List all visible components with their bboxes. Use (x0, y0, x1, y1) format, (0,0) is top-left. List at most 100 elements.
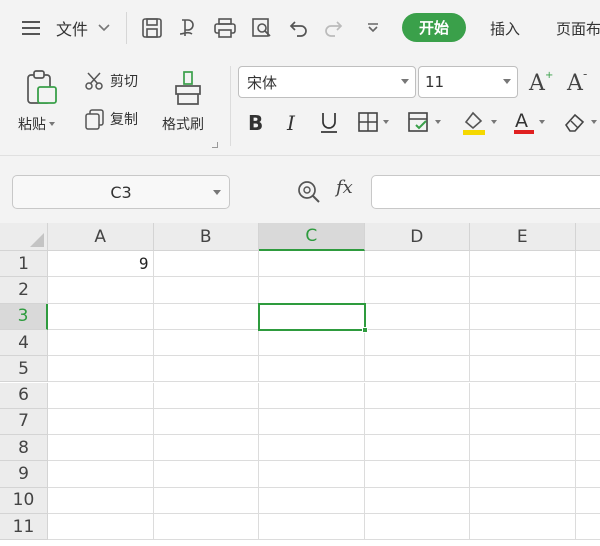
cell-d2[interactable] (364, 277, 470, 304)
cell-b11[interactable] (153, 514, 259, 541)
cell-d8[interactable] (364, 435, 470, 462)
borders-dropdown-icon[interactable] (383, 120, 389, 124)
cell-c2[interactable] (259, 277, 365, 304)
fill-color-button[interactable] (460, 108, 497, 136)
row-header-3[interactable]: 3 (0, 303, 48, 330)
cell-e4[interactable] (470, 329, 576, 357)
select-all-corner[interactable] (0, 223, 48, 251)
fill-handle[interactable] (361, 326, 368, 333)
cell-e7[interactable] (470, 408, 576, 436)
cell-c1[interactable] (259, 251, 365, 278)
underline-icon[interactable] (318, 110, 340, 134)
format-painter-button[interactable]: 格式刷 (162, 114, 204, 134)
cell-d6[interactable] (364, 382, 470, 409)
cell-d3[interactable] (364, 303, 470, 330)
cell-style-button[interactable] (406, 110, 441, 134)
cell-c5[interactable] (259, 356, 365, 383)
cell[interactable] (575, 304, 600, 330)
cell[interactable] (575, 383, 600, 409)
font-size-dropdown-icon[interactable] (503, 79, 511, 84)
column-header-d[interactable]: D (364, 223, 470, 251)
column-header-b[interactable]: B (153, 223, 259, 251)
cut-button[interactable]: 剪切 (84, 70, 138, 92)
output-pdf-icon[interactable] (175, 0, 201, 56)
row-header-1[interactable]: 1 (0, 251, 48, 278)
paste-dropdown-icon[interactable] (49, 122, 55, 126)
cell-a4[interactable] (48, 329, 154, 357)
cell-a6[interactable] (48, 382, 154, 409)
cell-e2[interactable] (470, 277, 576, 304)
column-header-c[interactable]: C (259, 223, 365, 251)
cell[interactable] (575, 461, 600, 488)
cell-a3[interactable] (48, 303, 154, 330)
increase-font-size-icon[interactable]: A + (528, 68, 554, 94)
row-header-4[interactable]: 4 (0, 329, 48, 357)
cell-d4[interactable] (364, 329, 470, 357)
cell-b9[interactable] (153, 461, 259, 488)
column-header-a[interactable]: A (48, 223, 154, 251)
cell-c8[interactable] (259, 435, 365, 462)
cell-a1[interactable]: 9 (48, 251, 154, 278)
cell[interactable] (575, 488, 600, 514)
cell-b7[interactable] (153, 408, 259, 436)
zoom-search-icon[interactable] (296, 179, 322, 205)
cell-c11[interactable] (259, 514, 365, 541)
cell-c10[interactable] (259, 487, 365, 514)
cell-a2[interactable] (48, 277, 154, 304)
bold-icon[interactable]: B (246, 110, 268, 134)
cell-e3[interactable] (470, 303, 576, 330)
column-header[interactable] (575, 223, 600, 251)
row-header-6[interactable]: 6 (0, 382, 48, 409)
cell-a9[interactable] (48, 461, 154, 488)
save-icon[interactable] (139, 0, 165, 56)
tab-page-layout[interactable]: 页面布 (556, 0, 600, 56)
cell-b10[interactable] (153, 487, 259, 514)
column-header-e[interactable]: E (470, 223, 576, 251)
cell[interactable] (575, 330, 600, 357)
cell-e5[interactable] (470, 356, 576, 383)
cell-b5[interactable] (153, 356, 259, 383)
copy-button[interactable]: 复制 (84, 108, 138, 130)
row-header-9[interactable]: 9 (0, 461, 48, 488)
cell-e6[interactable] (470, 382, 576, 409)
cell[interactable] (575, 409, 600, 436)
row-header-11[interactable]: 11 (0, 514, 48, 541)
print-icon[interactable] (212, 0, 238, 56)
spreadsheet-grid[interactable]: A B C D E 1 9 2 3 4 5 6 7 8 9 10 11 (0, 223, 600, 546)
name-box-dropdown-icon[interactable] (213, 190, 221, 195)
cell-e9[interactable] (470, 461, 576, 488)
fill-color-dropdown-icon[interactable] (491, 120, 497, 124)
cell-d1[interactable] (364, 251, 470, 278)
cell-e10[interactable] (470, 487, 576, 514)
print-preview-icon[interactable] (249, 0, 275, 56)
font-name-dropdown-icon[interactable] (401, 79, 409, 84)
tab-insert[interactable]: 插入 (480, 0, 530, 56)
decrease-font-size-icon[interactable]: A- (566, 68, 592, 94)
cell[interactable] (575, 277, 600, 304)
tab-start[interactable]: 开始 (402, 13, 466, 42)
clear-format-dropdown-icon[interactable] (591, 120, 597, 124)
row-header-2[interactable]: 2 (0, 277, 48, 304)
format-painter-icon[interactable] (170, 68, 206, 108)
font-name-select[interactable]: 宋体 (238, 66, 416, 98)
cell-a7[interactable] (48, 408, 154, 436)
cell-c3[interactable] (259, 303, 365, 330)
cell-style-dropdown-icon[interactable] (435, 120, 441, 124)
chevron-down-icon[interactable] (95, 0, 113, 56)
cell[interactable] (575, 356, 600, 383)
clipboard-dialog-launcher-icon[interactable] (212, 142, 218, 148)
borders-button[interactable] (356, 110, 389, 134)
cell[interactable] (575, 251, 600, 278)
cell-a11[interactable] (48, 514, 154, 541)
row-header-5[interactable]: 5 (0, 356, 48, 383)
cell-c4[interactable] (259, 329, 365, 357)
cell-a10[interactable] (48, 487, 154, 514)
file-menu-button[interactable]: 文件 (50, 0, 94, 56)
cell-d10[interactable] (364, 487, 470, 514)
cell-d5[interactable] (364, 356, 470, 383)
customize-toolbar-icon[interactable] (360, 0, 386, 56)
redo-icon[interactable] (321, 0, 347, 56)
cell-c7[interactable] (259, 408, 365, 436)
cell-c9[interactable] (259, 461, 365, 488)
cell-b2[interactable] (153, 277, 259, 304)
